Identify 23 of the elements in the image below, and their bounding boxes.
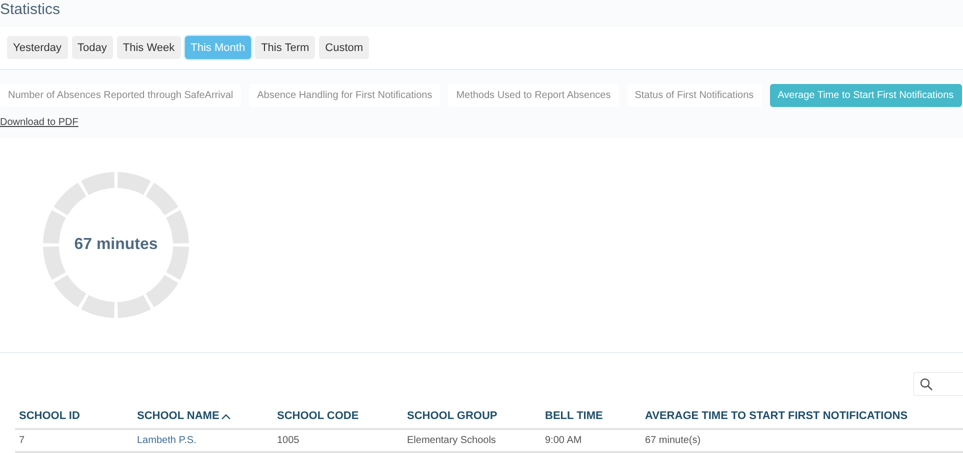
period-button[interactable]: Yesterday [7, 36, 68, 59]
column-header[interactable]: SCHOOL NAME [137, 410, 220, 422]
table-cell: 67 minute(s) [645, 435, 701, 446]
period-button[interactable]: This Week [116, 36, 181, 59]
table-cell: Elementary Schools [407, 435, 496, 446]
search-icon [920, 378, 933, 390]
period-button[interactable]: Today [72, 36, 113, 59]
period-button[interactable]: Custom [319, 36, 370, 59]
column-header[interactable]: SCHOOL CODE [277, 410, 359, 422]
period-button[interactable]: This Term [255, 36, 316, 59]
search-field[interactable] [913, 372, 963, 396]
column-header[interactable]: SCHOOL GROUP [407, 410, 498, 422]
school-name-link[interactable]: Lambeth P.S. [137, 435, 196, 446]
column-header[interactable]: AVERAGE TIME TO START FIRST NOTIFICATIONS [645, 410, 908, 422]
donut-center-value: 67 minutes [74, 236, 158, 254]
column-header[interactable]: SCHOOL ID [19, 410, 80, 422]
download-pdf-link[interactable]: Download to PDF [0, 117, 78, 128]
sort-ascending-icon[interactable] [221, 412, 232, 420]
column-header[interactable]: BELL TIME [545, 410, 603, 422]
table-cell: 7 [19, 435, 25, 446]
table-cell: 1005 [277, 435, 300, 446]
page-title: Statistics [0, 0, 62, 20]
table-cell: 9:00 AM [545, 435, 582, 446]
